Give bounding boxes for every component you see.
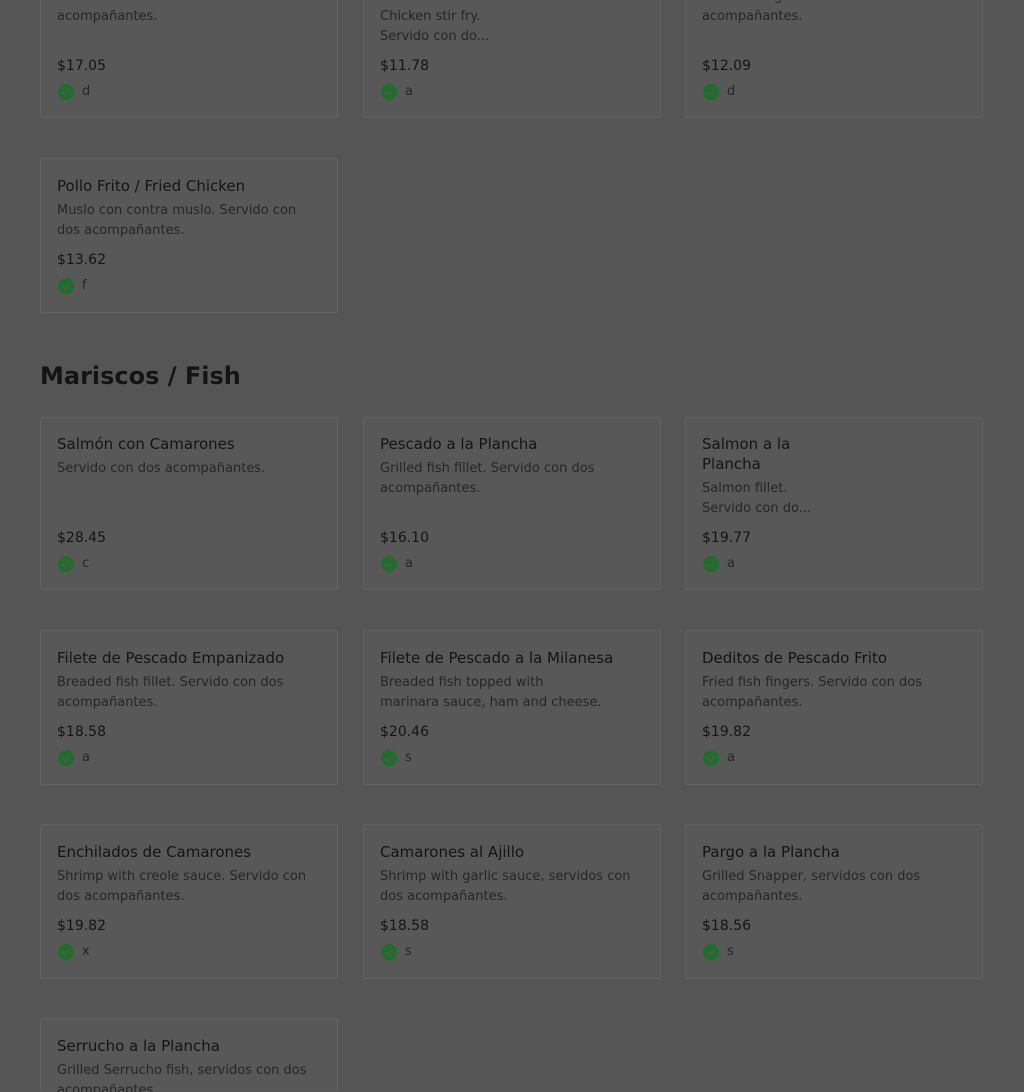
item-tag: s	[405, 944, 412, 959]
item-tag-row: a	[380, 555, 413, 573]
section-heading: Mariscos / Fish	[40, 362, 241, 390]
item-price: $19.82	[57, 918, 106, 934]
check-circle-icon	[703, 84, 719, 100]
check-circle-icon	[381, 84, 397, 100]
menu-item-card[interactable]: Filete de Pescado Empanizado Breaded fis…	[40, 630, 338, 785]
item-tag: a	[405, 556, 413, 571]
item-description: Shrimp with creole sauce. Servido con do…	[57, 869, 307, 904]
item-price: $28.45	[57, 530, 106, 546]
item-tag: d	[82, 84, 91, 99]
item-description: Breaded fish topped with marinara sauce,…	[380, 675, 602, 710]
item-tag: a	[82, 750, 90, 765]
menu-item-card[interactable]: Chicken stir fry. Servido con do... $11.…	[363, 0, 661, 118]
item-price: $18.58	[380, 918, 429, 934]
item-price: $13.62	[57, 252, 106, 268]
menu-item-card[interactable]: Enchilados de Camarones Shrimp with creo…	[40, 824, 338, 979]
item-tag-row: d	[57, 83, 90, 101]
item-title: Deditos de Pescado Frito	[702, 649, 888, 667]
item-description: Chicken fingers. Servidos con dos acompa…	[702, 0, 921, 24]
item-price: $19.82	[702, 724, 751, 740]
item-tag-row: d	[702, 83, 735, 101]
item-tag: x	[82, 944, 90, 959]
item-title: Filete de Pescado Empanizado	[57, 649, 285, 667]
menu-item-card[interactable]: Pescado a la Plancha Grilled fish fillet…	[363, 417, 661, 590]
menu-item-card[interactable]: Serrucho a la Plancha Grilled Serrucho f…	[40, 1018, 338, 1092]
item-price: $18.58	[57, 724, 106, 740]
item-tag-row: a	[702, 555, 735, 573]
item-tag-row: s	[380, 749, 412, 767]
item-description: Grilled fish fillet. Servido con dos aco…	[380, 461, 595, 496]
item-tag-row: f	[57, 277, 87, 295]
check-circle-icon	[58, 278, 74, 294]
menu-item-card[interactable]: Pollo Frito / Fried Chicken Muslo con co…	[40, 158, 338, 313]
item-tag: s	[405, 750, 412, 765]
item-tag: f	[82, 278, 87, 293]
menu-item-card[interactable]: Chicken breast fillet. Servido con dos a…	[40, 0, 338, 118]
menu-item-card[interactable]: Camarones al Ajillo Shrimp with garlic s…	[363, 824, 661, 979]
item-description: Chicken breast fillet. Servido con dos a…	[57, 0, 298, 24]
item-title: Enchilados de Camarones	[57, 843, 252, 861]
check-circle-icon	[703, 750, 719, 766]
item-description: Grilled Snapper, servidos con dos acompa…	[702, 869, 921, 904]
item-description: Grilled Serrucho fish, servidos con dos …	[57, 1063, 307, 1092]
check-circle-icon	[58, 556, 74, 572]
item-description: Salmon fillet. Servido con do...	[702, 481, 812, 516]
item-tag: a	[727, 556, 735, 571]
item-tag-row: a	[380, 83, 413, 101]
item-title: Serrucho a la Plancha	[57, 1037, 220, 1055]
item-tag-row: x	[57, 943, 90, 961]
item-description: Fried fish fingers. Servido con dos acom…	[702, 675, 922, 710]
menu-item-card[interactable]: Salmón con Camarones Servido con dos aco…	[40, 417, 338, 590]
item-description: Shrimp with garlic sauce, servidos con d…	[380, 869, 631, 904]
check-circle-icon	[58, 750, 74, 766]
item-price: $12.09	[702, 58, 751, 74]
item-price: $16.10	[380, 530, 429, 546]
check-circle-icon	[381, 944, 397, 960]
item-tag-row: c	[57, 555, 89, 573]
item-title: Salmon a la Plancha	[702, 435, 791, 473]
item-price: $19.77	[702, 530, 751, 546]
item-title: Camarones al Ajillo	[380, 843, 525, 861]
item-price: $17.05	[57, 58, 106, 74]
item-tag: d	[727, 84, 736, 99]
item-tag: s	[727, 944, 734, 959]
item-description: Muslo con contra muslo. Servido con dos …	[57, 203, 297, 238]
check-circle-icon	[381, 750, 397, 766]
item-title: Filete de Pescado a la Milanesa	[380, 649, 614, 667]
check-circle-icon	[58, 944, 74, 960]
menu-item-card[interactable]: Filete de Pescado a la Milanesa Breaded …	[363, 630, 661, 785]
check-circle-icon	[703, 556, 719, 572]
item-title: Pargo a la Plancha	[702, 843, 840, 861]
item-title: Pescado a la Plancha	[380, 435, 538, 453]
menu-item-card[interactable]: Salmon a la Plancha Salmon fillet. Servi…	[685, 417, 983, 590]
item-tag-row: a	[702, 749, 735, 767]
item-tag: a	[727, 750, 735, 765]
item-price: $20.46	[380, 724, 429, 740]
item-description: Servido con dos acompañantes.	[57, 461, 266, 476]
menu-item-card[interactable]: Deditos de Pescado Frito Fried fish fing…	[685, 630, 983, 785]
item-tag-row: s	[702, 943, 734, 961]
item-tag: a	[405, 84, 413, 99]
check-circle-icon	[58, 84, 74, 100]
item-title: Pollo Frito / Fried Chicken	[57, 177, 246, 195]
menu-item-card[interactable]: Chicken fingers. Servidos con dos acompa…	[685, 0, 983, 118]
item-description: Breaded fish fillet. Servido con dos aco…	[57, 675, 284, 710]
item-price: $11.78	[380, 58, 429, 74]
item-tag-row: s	[380, 943, 412, 961]
item-price: $18.56	[702, 918, 751, 934]
check-circle-icon	[703, 944, 719, 960]
item-tag: c	[82, 556, 90, 571]
menu-item-card[interactable]: Pargo a la Plancha Grilled Snapper, serv…	[685, 824, 983, 979]
item-title: Salmón con Camarones	[57, 435, 235, 453]
item-tag-row: a	[57, 749, 90, 767]
item-description: Chicken stir fry. Servido con do...	[380, 9, 490, 44]
check-circle-icon	[381, 556, 397, 572]
